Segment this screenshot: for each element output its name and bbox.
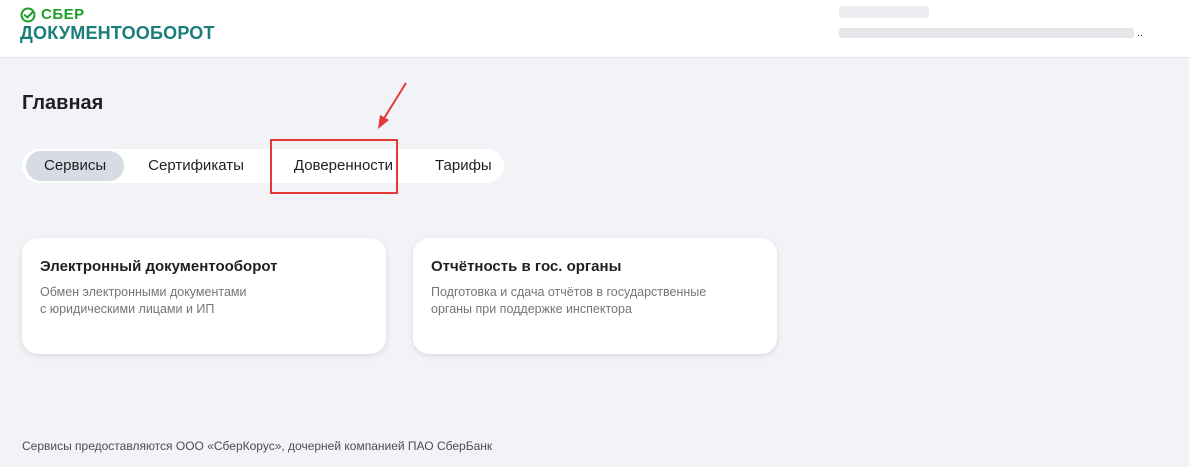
user-name-redacted [839,6,929,18]
tab-certificates[interactable]: Сертификаты [130,151,262,181]
card-description: Подготовка и сдача отчётов в государстве… [431,285,707,316]
user-account[interactable]: .. [839,6,1159,42]
service-card-edo[interactable]: Электронный документооборот Обмен электр… [22,238,386,354]
app-header: СБЕР ДОКУМЕНТООБОРОТ .. [0,0,1189,58]
service-card-reporting[interactable]: Отчётность в гос. органы Подготовка и сд… [413,238,777,354]
tab-tariffs[interactable]: Тарифы [417,151,510,181]
logo[interactable]: СБЕР ДОКУМЕНТООБОРОТ [20,6,215,44]
tab-powers-of-attorney[interactable]: Доверенности [276,151,411,181]
tab-bar: Сервисы Сертификаты Доверенности Тарифы [22,149,504,183]
footer-text: Сервисы предоставляются ООО «СберКорус»,… [22,439,493,453]
card-description: Обмен электронными документами с юридиче… [40,285,247,316]
page-title: Главная [22,92,104,114]
user-trailing: .. [1137,27,1144,39]
user-org-redacted [839,28,1134,38]
sber-check-icon [20,7,36,22]
logo-product: ДОКУМЕНТООБОРОТ [20,23,215,43]
card-title: Электронный документооборот [40,258,278,275]
tab-services[interactable]: Сервисы [26,151,125,181]
card-title: Отчётность в гос. органы [431,258,622,275]
annotation-arrow-icon [378,82,407,129]
logo-brand: СБЕР [41,6,85,23]
